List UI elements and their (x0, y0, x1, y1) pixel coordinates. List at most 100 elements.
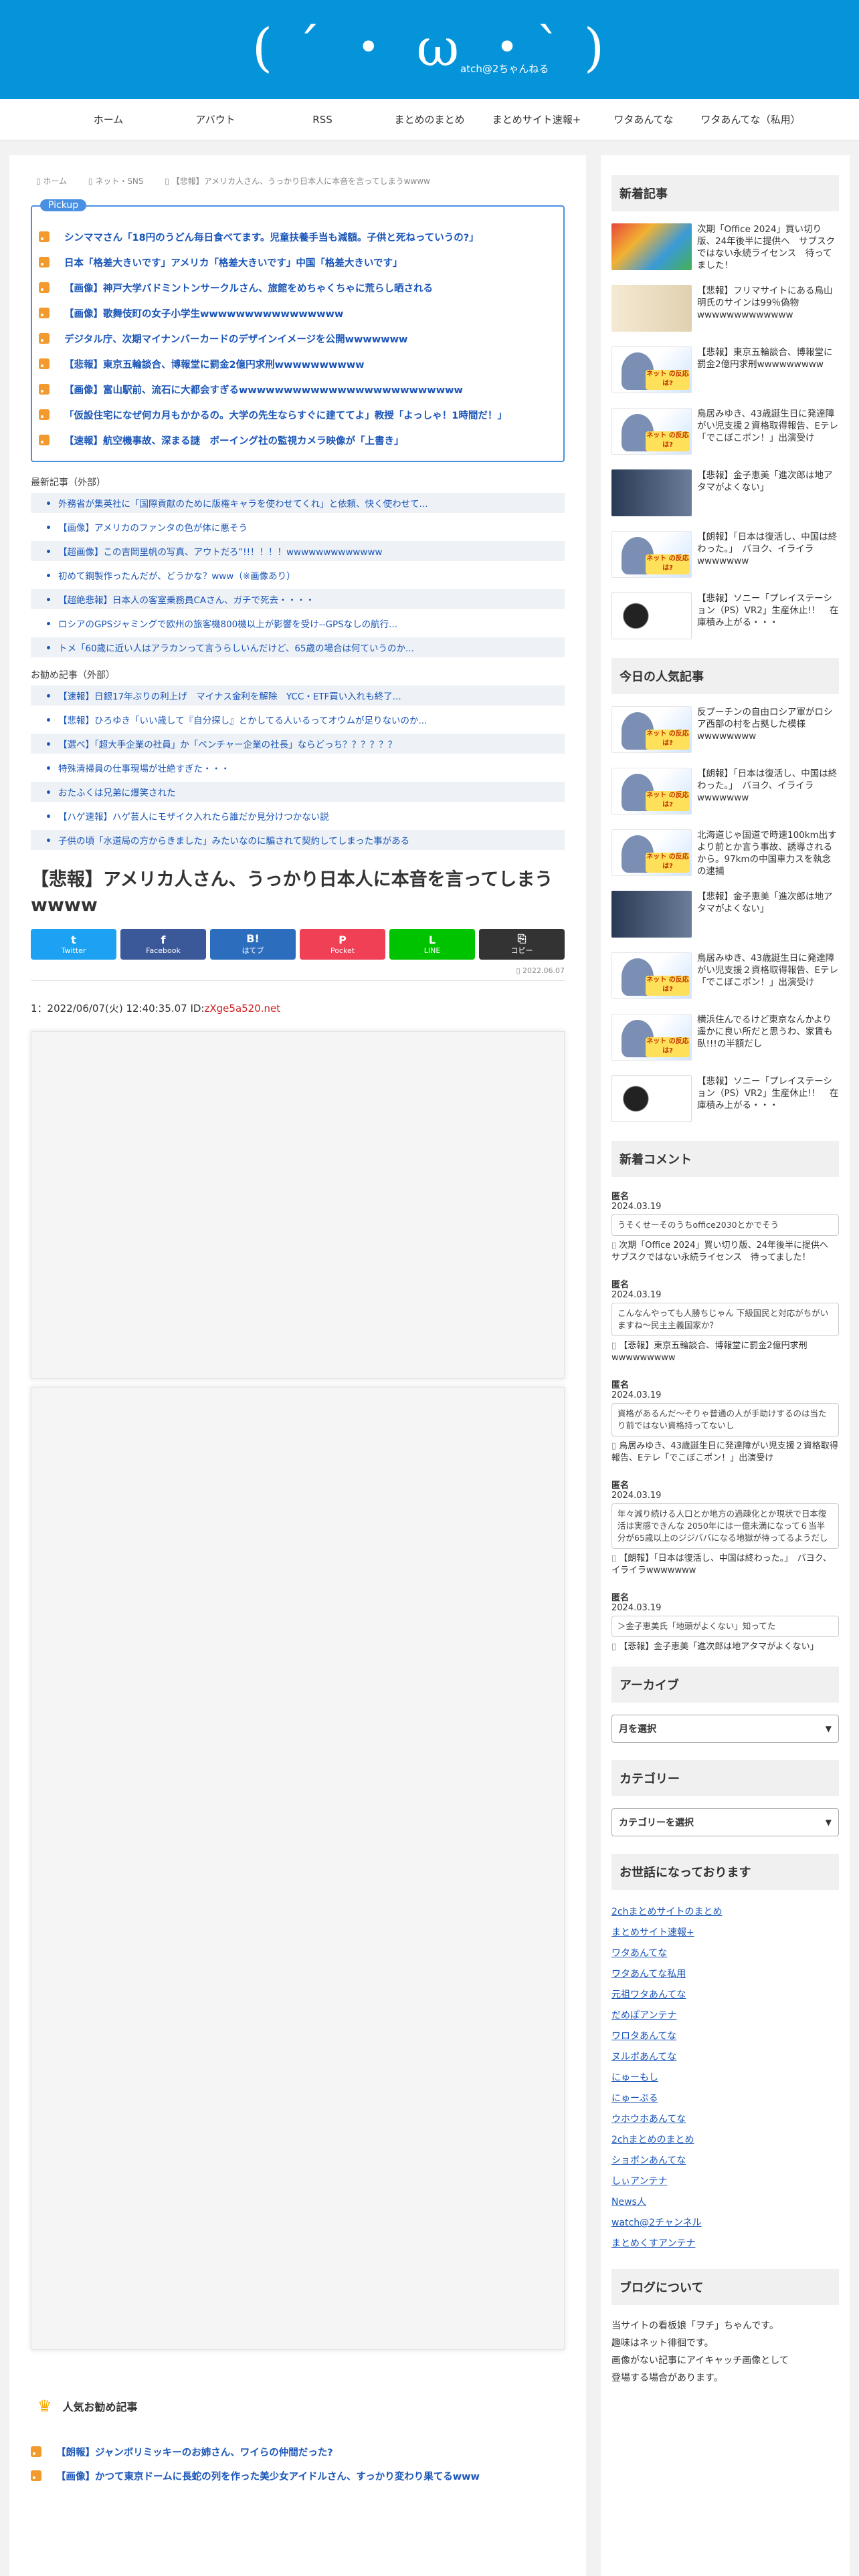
comment-post-link[interactable]: 【悲報】金子恵美「進次郎は地アタマがよくない」 (611, 1641, 839, 1653)
external-link[interactable]: トメ「60歳に近い人はアラカンって言うらしいんだけど、65歳の場合は何ていうのか… (31, 637, 565, 657)
external-link[interactable]: 【超画像】この吉岡里帆の写真、アウトだろ”!!！！！！wwwwwwwwwwwww (31, 541, 565, 561)
sidebar-post[interactable]: 【悲報】ソニー「プレイステーション（PS）VR2」生産休止!！ 在庫積み上がる・… (611, 593, 839, 645)
site-logo[interactable]: ( ´ ・ ω ・` ) (0, 15, 859, 82)
external-link[interactable]: 初めて鋼製作ったんだが、どうかな？www（※画像あり） (31, 565, 565, 585)
external-link[interactable]: 【画像】アメリカのファンタの色が体に悪そう (31, 517, 565, 537)
pickup-item[interactable]: シンママさん「18円のうどん毎日食べてます。児童扶養手当も減額。子供と死ねってい… (39, 224, 554, 249)
external-link[interactable]: 子供の頃「水道局の方からきました」みたいなのに騙されて契約してしまった事がある (31, 830, 565, 850)
post-thumbnail[interactable] (611, 1014, 692, 1061)
external-link[interactable]: 【超絶悲報】日本人の客室乗務員CAさん、ガチで死去・・・・ (31, 589, 565, 609)
friend-site-link[interactable]: 2chまとめのまとめ (611, 2130, 839, 2151)
friend-site-link[interactable]: ウホウホあんてな (611, 2109, 839, 2130)
share-button-pocket[interactable]: P Pocket (300, 929, 385, 960)
post-thumbnail[interactable] (611, 1075, 692, 1122)
friend-site-link[interactable]: だめぽアンテナ (611, 2006, 839, 2026)
post-thumbnail[interactable] (611, 829, 692, 876)
pickup-item[interactable]: デジタル庁、次期マイナンバーカードのデザインイメージを公開wwwwwww (39, 326, 554, 351)
pickup-item[interactable]: 【速報】航空機事故、深まる謎 ボーイング社の監視カメラ映像が「上書き」 (39, 427, 554, 453)
external-link[interactable]: 【速報】日銀17年ぶりの利上げ マイナス金利を解除 YCC・ETF買い入れも終了… (31, 685, 565, 706)
sidebar-post[interactable]: 【悲報】フリマサイトにある鳥山明氏のサインは99％偽物wwwwwwwwwwwww (611, 285, 839, 337)
sidebar-post[interactable]: 【悲報】金子恵美「進次郎は地アタマがよくない」 (611, 891, 839, 943)
friend-site-link[interactable]: News人 (611, 2192, 839, 2213)
sidebar-post[interactable]: 次期「Office 2024」買い切り版、24年後半に提供へ サブスクではない永… (611, 223, 839, 276)
friend-site-link[interactable]: 2chまとめサイトのまとめ (611, 1902, 839, 1923)
sidebar-post[interactable]: 反プーチンの自由ロシア軍がロシア西部の村を占拠した模様wwwwwwww (611, 706, 839, 758)
pickup-item[interactable]: 日本「格差大きいです」アメリカ「格差大きいです」中国「格差大きいです」 (39, 249, 554, 275)
comment-body[interactable]: うそくせーそのうちoffice2030とかでそう (611, 1214, 839, 1236)
post-thumbnail[interactable] (611, 593, 692, 639)
external-link[interactable]: 特殊清掃員の仕事現場が壮絶すぎた・・・ (31, 758, 565, 778)
post-thumbnail[interactable] (611, 408, 692, 455)
external-link[interactable]: 【ハゲ速報】ハゲ芸人にモザイク入れたら誰だか見分けつかない説 (31, 806, 565, 826)
sidebar-post[interactable]: 【朗報】「日本は復活し、中国は終わった。」 バヨク、イライラwwwwwww (611, 768, 839, 820)
pickup-item[interactable]: 【画像】歌舞伎町の女子小学生wwwwwwwwwwwwwwww (39, 300, 554, 326)
breadcrumb-category[interactable]: ▯ ネット・SNS (88, 177, 153, 186)
sidebar-post[interactable]: 【悲報】ソニー「プレイステーション（PS）VR2」生産休止!！ 在庫積み上がる・… (611, 1075, 839, 1128)
sidebar-post[interactable]: 【悲報】金子恵美「進次郎は地アタマがよくない」 (611, 469, 839, 522)
friend-site-link[interactable]: ワタあんてな私用 (611, 1964, 839, 1985)
friend-site-link[interactable]: にゅーもし (611, 2068, 839, 2088)
sidebar-post[interactable]: 横浜住んでるけど東京なんかより遥かに良い所だと思うわ、家賃も臥!!!の半額だし (611, 1014, 839, 1066)
pickup-item[interactable]: 【画像】富山駅前、流石に大都会すぎるwwwwwwwwwwwwwwwwwwwwww… (39, 377, 554, 402)
external-link[interactable]: 【悲報】ひろゆき「いい歳して『自分探し』とかしてる人いるってオウムが足りないのか… (31, 710, 565, 730)
nav-item[interactable]: ワタあんてな（私用） (697, 112, 804, 126)
embedded-media[interactable] (31, 1387, 565, 2350)
friend-site-link[interactable]: しぃアンテナ (611, 2171, 839, 2192)
embedded-media[interactable] (31, 1031, 565, 1379)
post-thumbnail[interactable] (611, 891, 692, 938)
friend-site-link[interactable]: watch@2チャンネル (611, 2213, 839, 2234)
comment-post-link[interactable]: 【朗報】「日本は復活し、中国は終わった。」 バヨク、イライラwwwwwww (611, 1553, 839, 1577)
sidebar-post[interactable]: 鳥居みゆき、43歳誕生日に発達障がい児支援２資格取得報告、Eテレ「でこぼこポン！… (611, 408, 839, 460)
share-button-はてブ[interactable]: B! はてブ (210, 929, 296, 960)
post-thumbnail[interactable] (611, 223, 692, 270)
comment-post-link[interactable]: 鳥居みゆき、43歳誕生日に発達障がい児支援２資格取得報告、Eテレ「でこぼこポン！… (611, 1440, 839, 1465)
comment-body[interactable]: こんなんやっても人勝ちじゃん 下級国民と対応がちがいますね～民主主義国家か？ (611, 1303, 839, 1336)
friend-site-link[interactable]: ショボンあんてな (611, 2151, 839, 2171)
share-button-twitter[interactable]: t Twitter (31, 929, 116, 960)
nav-item[interactable]: まとめのまとめ (376, 112, 483, 126)
post-thumbnail[interactable] (611, 469, 692, 516)
sidebar-post[interactable]: 鳥居みゆき、43歳誕生日に発達障がい児支援２資格取得報告、Eテレ「でこぼこポン！… (611, 952, 839, 1004)
share-button-line[interactable]: L LINE (389, 929, 475, 960)
friend-site-link[interactable]: まとめくすアンテナ (611, 2234, 839, 2254)
external-link[interactable]: ロシアのGPSジャミングで欧州の旅客機800機以上が影響を受け--GPSなしの航… (31, 613, 565, 633)
friend-site-link[interactable]: にゅーぷる (611, 2088, 839, 2109)
comment-body[interactable]: 年々減り続ける人口とか地方の過疎化とか現状で日本復活は実感できんな 2050年に… (611, 1503, 839, 1549)
comment-body[interactable]: 資格があるんだ～そりゃ普通の人が手助けするのは当たり前ではない資格持ってないし (611, 1403, 839, 1436)
post-thumbnail[interactable] (611, 285, 692, 332)
friend-site-link[interactable]: 元祖ワタあんてな (611, 1985, 839, 2006)
comment-post-link[interactable]: 次期「Office 2024」買い切り版、24年後半に提供へ サブスクではない永… (611, 1240, 839, 1264)
friend-site-link[interactable]: ワロタあんてな (611, 2026, 839, 2047)
archive-select[interactable]: 月を選択 ▼ (611, 1715, 839, 1743)
nav-item[interactable]: まとめサイト速報+ (483, 112, 590, 126)
breadcrumb-home[interactable]: ▯ ホーム (36, 177, 76, 186)
pickup-item[interactable]: 【画像】神戸大学バドミントンサークルさん、旅館をめちゃくちゃに荒らし晒される (39, 275, 554, 300)
post-thumbnail[interactable] (611, 768, 692, 815)
friend-site-link[interactable]: ヌルポあんてな (611, 2047, 839, 2068)
nav-item[interactable]: アバウト (162, 112, 269, 126)
nav-item[interactable]: ホーム (55, 112, 162, 126)
friend-site-link[interactable]: ワタあんてな (611, 1943, 839, 1964)
category-select[interactable]: カテゴリーを選択 ▼ (611, 1808, 839, 1836)
nav-item[interactable]: ワタあんてな (590, 112, 697, 126)
sidebar-post[interactable]: 北海道じゃ国道で時速100km出すより前とか言う事故、誘導されるから。97kmの… (611, 829, 839, 881)
post-thumbnail[interactable] (611, 952, 692, 999)
comment-body[interactable]: ＞金子恵美氏「地頭がよくない」知ってた (611, 1616, 839, 1637)
sidebar-post[interactable]: 【朗報】「日本は復活し、中国は終わった。」 バヨク、イライラwwwwwww (611, 531, 839, 583)
comment-post-link[interactable]: 【悲報】東京五輪談合、博報堂に罰金2億円求刑wwwwwwwww (611, 1340, 839, 1364)
share-button-コピー[interactable]: ⎘ コピー (479, 929, 565, 960)
external-link[interactable]: 【選べ】「超大手企業の社員」か「ベンチャー企業の社長」ならどっち？？？？？？ (31, 734, 565, 754)
pickup-item[interactable]: 【悲報】東京五輪談合、博報堂に罰金2億円求刑wwwwwwwwww (39, 351, 554, 377)
share-button-facebook[interactable]: f Facebook (120, 929, 206, 960)
external-link[interactable]: おたふくは兄弟に爆笑された (31, 782, 565, 802)
popular-item[interactable]: 【画像】かつて東京ドームに長蛇の列を作った美少女アイドルさん、すっかり変わり果て… (31, 2464, 565, 2488)
external-link[interactable]: 外務省が集英社に「国際貢献のために版権キャラを使わせてくれ」と依頼、快く使わせて… (31, 493, 565, 513)
pickup-item[interactable]: 「仮設住宅になぜ何カ月もかかるの。大学の先生ならすぐに建ててよ」教授「よっしゃ！… (39, 402, 554, 427)
sidebar-post[interactable]: 【悲報】東京五輪談合、博報堂に罰金2億円求刑wwwwwwwww (611, 346, 839, 399)
post-thumbnail[interactable] (611, 706, 692, 753)
nav-item[interactable]: RSS (269, 114, 376, 126)
friend-site-link[interactable]: まとめサイト速報+ (611, 1923, 839, 1943)
post-thumbnail[interactable] (611, 346, 692, 393)
post-thumbnail[interactable] (611, 531, 692, 578)
popular-item[interactable]: 【朗報】ジャンボリミッキーのお姉さん、ワイらの仲間だった? (31, 2440, 565, 2464)
